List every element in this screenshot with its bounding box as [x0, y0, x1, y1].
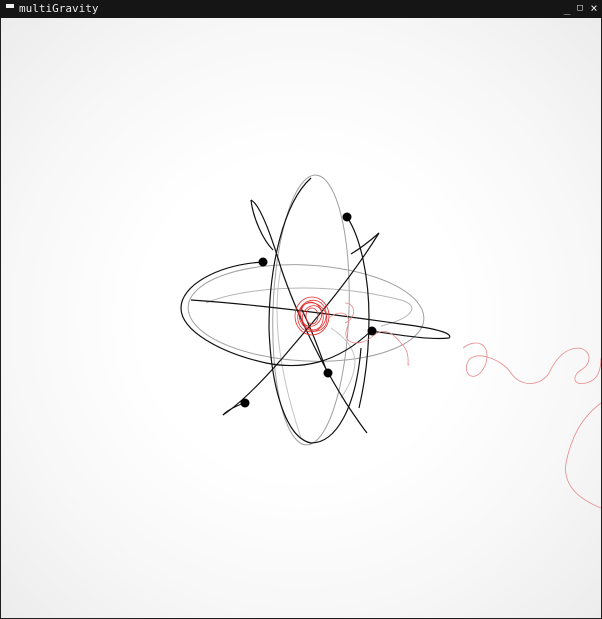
maximize-button[interactable]: □ — [573, 0, 587, 18]
body[interactable] — [342, 212, 352, 222]
title-bar[interactable]: multiGravity _ □ × — [0, 0, 602, 18]
app-window: multiGravity _ □ × — [0, 0, 602, 619]
simulation-canvas[interactable] — [1, 18, 601, 618]
body[interactable] — [367, 326, 377, 336]
core-spiral — [294, 296, 330, 336]
window-title: multiGravity — [19, 2, 99, 15]
minimize-button[interactable]: _ — [560, 0, 574, 18]
app-icon[interactable] — [6, 4, 14, 8]
orbit-trails-light — [187, 174, 425, 446]
orbit-trails-dark — [180, 177, 451, 444]
body[interactable] — [323, 368, 333, 378]
gravity-svg — [180, 174, 601, 509]
body[interactable] — [258, 257, 268, 267]
body[interactable] — [240, 398, 250, 408]
close-button[interactable]: × — [587, 0, 601, 18]
